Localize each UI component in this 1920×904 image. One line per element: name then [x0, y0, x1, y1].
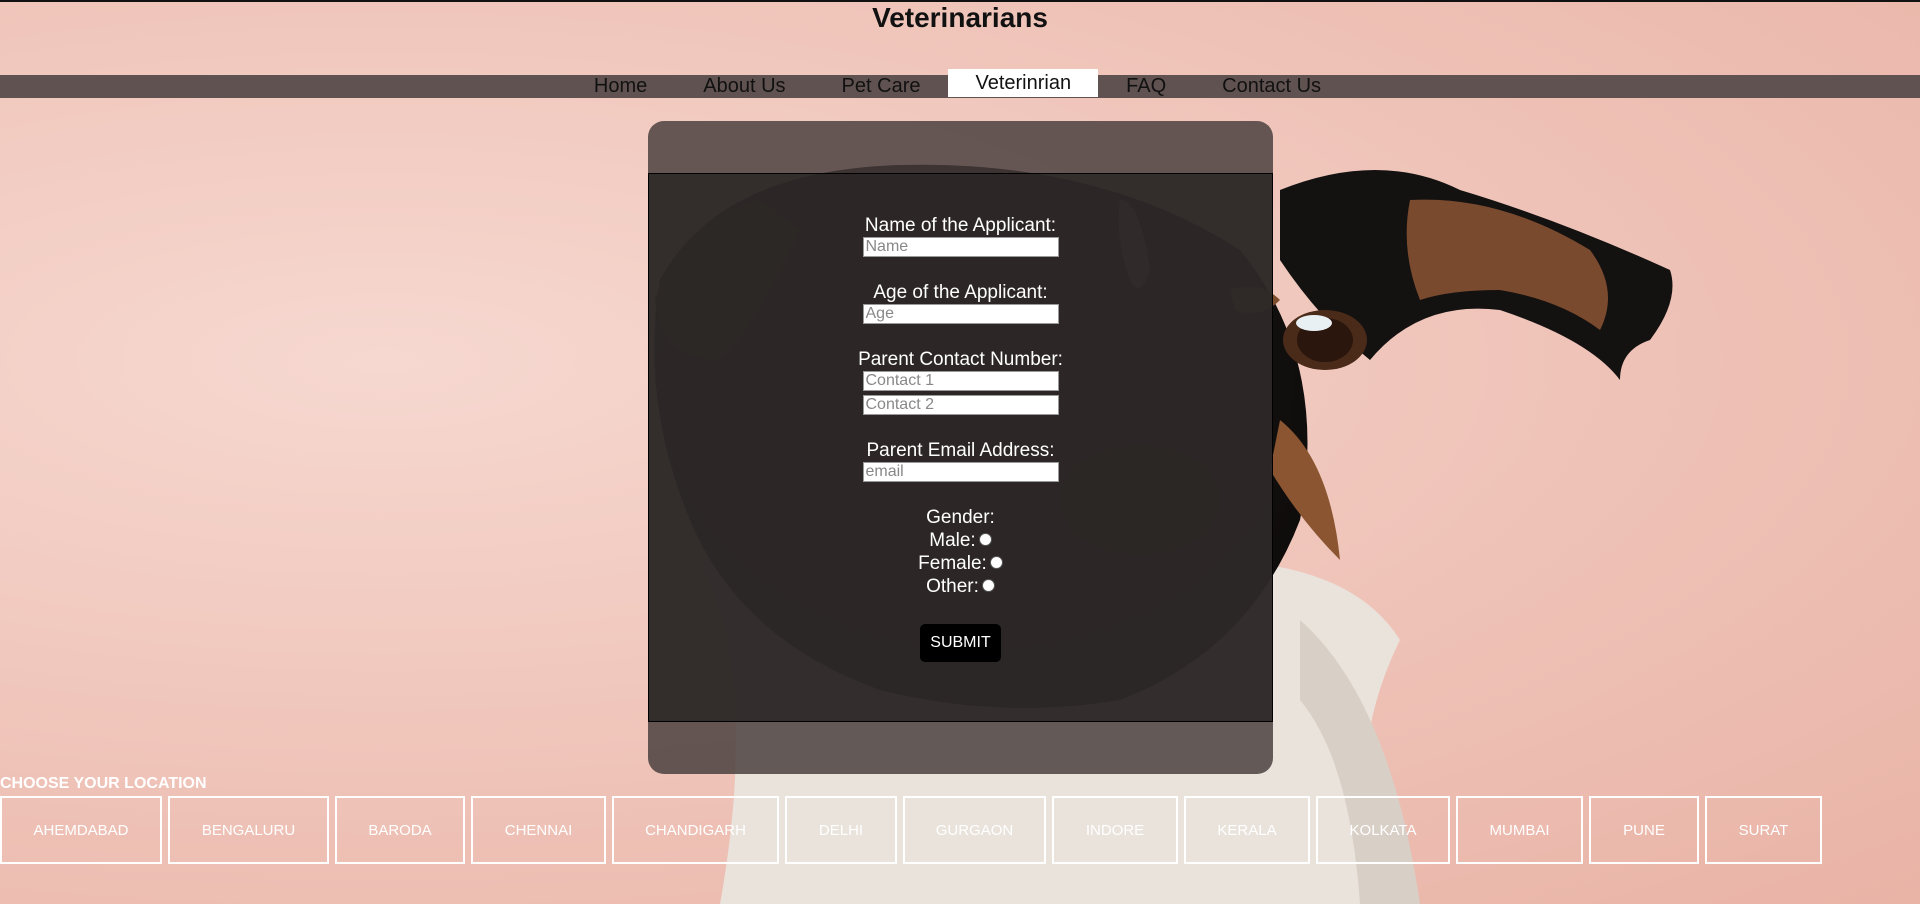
gender-label: Gender: [926, 507, 995, 528]
male-radio[interactable] [978, 532, 992, 546]
nav-home[interactable]: Home [566, 75, 675, 98]
nav-veterinrian[interactable]: Veterinrian [948, 69, 1099, 97]
other-radio[interactable] [981, 578, 995, 592]
female-radio[interactable] [989, 555, 1003, 569]
gender-option-other: Other: [926, 575, 995, 598]
location-indore[interactable]: INDORE [1052, 796, 1178, 864]
submit-button[interactable]: SUBMIT [920, 624, 1001, 662]
nav-pet-care[interactable]: Pet Care [814, 75, 949, 98]
email-label: Parent Email Address: [866, 440, 1055, 461]
location-delhi[interactable]: DELHI [785, 796, 897, 864]
age-label: Age of the Applicant: [873, 282, 1048, 303]
nav-about-us[interactable]: About Us [675, 75, 813, 98]
gender-option-female: Female: [918, 552, 1003, 575]
nav-faq[interactable]: FAQ [1098, 75, 1194, 98]
location-gurgaon[interactable]: GURGAON [903, 796, 1046, 864]
female-label: Female: [918, 553, 987, 574]
male-label: Male: [929, 530, 976, 551]
location-heading: CHOOSE YOUR LOCATION [0, 775, 207, 792]
location-pune[interactable]: PUNE [1589, 796, 1699, 864]
page-title: Veterinarians [872, 2, 1048, 33]
location-mumbai[interactable]: MUMBAI [1456, 796, 1583, 864]
name-label: Name of the Applicant: [864, 215, 1057, 236]
age-input[interactable] [862, 304, 1059, 324]
location-bengaluru[interactable]: BENGALURU [168, 796, 329, 864]
contact-label: Parent Contact Number: [858, 349, 1063, 370]
location-buttons: AHEMDABAD BENGALURU BARODA CHENNAI CHAND… [0, 796, 1828, 864]
location-kolkata[interactable]: KOLKATA [1316, 796, 1450, 864]
contact-1-input[interactable] [862, 371, 1059, 391]
email-input[interactable] [862, 462, 1059, 482]
location-kerala[interactable]: KERALA [1184, 796, 1310, 864]
location-chennai[interactable]: CHENNAI [471, 796, 606, 864]
location-baroda[interactable]: BARODA [335, 796, 465, 864]
location-chandigarh[interactable]: CHANDIGARH [612, 796, 779, 864]
location-ahemdabad[interactable]: AHEMDABAD [0, 796, 162, 864]
contact-2-input[interactable] [862, 395, 1059, 415]
name-input[interactable] [862, 237, 1059, 257]
nav-contact-us[interactable]: Contact Us [1194, 75, 1349, 98]
gender-option-male: Male: [929, 529, 992, 552]
main-navigation: Home About Us Pet Care Veterinrian FAQ C… [0, 69, 1920, 98]
application-form: Name of the Applicant: Age of the Applic… [648, 173, 1273, 722]
other-label: Other: [926, 576, 979, 597]
location-surat[interactable]: SURAT [1705, 796, 1822, 864]
